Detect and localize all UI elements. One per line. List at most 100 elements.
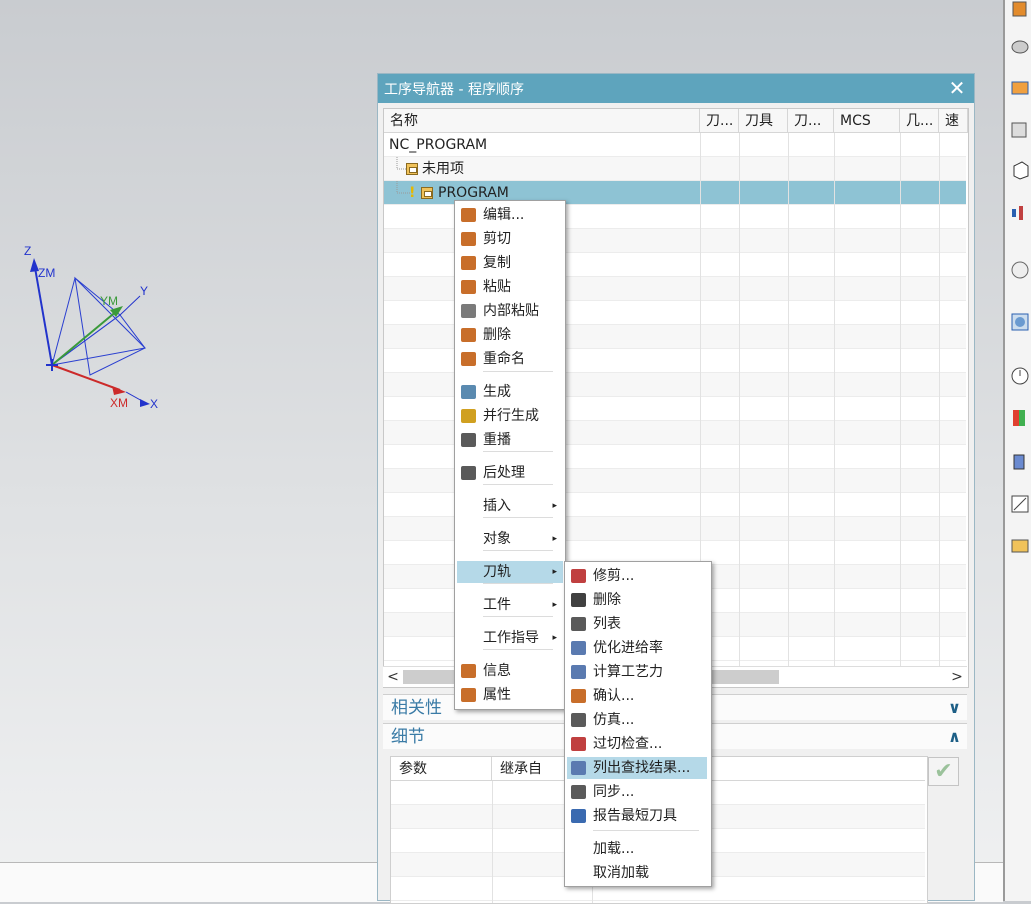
cube-icon[interactable]	[1010, 160, 1030, 180]
verify-icon	[571, 689, 586, 703]
history-clock-icon[interactable]	[1010, 366, 1030, 386]
scroll-right-button[interactable]: >	[947, 667, 967, 687]
context-menu-item[interactable]: 工作指导 ▸	[457, 627, 563, 649]
web-browser-icon[interactable]	[1010, 312, 1030, 332]
submenu-arrow-icon: ▸	[552, 600, 557, 610]
operation-navigator-icon[interactable]	[1010, 203, 1030, 223]
x-axis	[51, 364, 121, 391]
info-circle-icon[interactable]	[1010, 260, 1030, 280]
process-tools-icon[interactable]	[1010, 494, 1030, 514]
list-icon	[571, 617, 586, 631]
toolpath-menu-item[interactable]: 过切检查...	[567, 733, 707, 755]
context-menu-item[interactable]: 刀轨 ▸	[457, 561, 563, 583]
context-menu-item[interactable]: 删除	[457, 324, 563, 346]
tree-connector	[396, 181, 410, 194]
toolpath-menu-item[interactable]: 列表	[567, 613, 707, 635]
context-menu-item[interactable]: 并行生成	[457, 405, 563, 427]
menu-item-label: 报告最短刀具	[593, 808, 677, 824]
node-unused-items[interactable]: 未用项	[422, 157, 464, 181]
context-menu-item[interactable]: 后处理	[457, 462, 563, 484]
z-label: Z	[24, 244, 32, 258]
scroll-left-button[interactable]: <	[383, 667, 403, 687]
toolpath-submenu: 修剪... 删除列表优化进给率计算工艺力 确认... 仿真... 过切检查... 列出查找…	[564, 561, 712, 887]
context-menu-item[interactable]: 属性	[457, 684, 563, 706]
chevron-up-icon[interactable]: ∧	[948, 724, 961, 750]
context-menu-item[interactable]: 对象 ▸	[457, 528, 563, 550]
paste-inside-icon	[461, 304, 476, 318]
apply-check-button[interactable]: ✔	[928, 757, 959, 786]
simulate-icon	[571, 713, 586, 727]
node-nc-program[interactable]: NC_PROGRAM	[389, 133, 487, 157]
tree-row[interactable]: NC_PROGRAM	[384, 133, 966, 157]
dialog-title-bar[interactable]: 工序导航器 - 程序顺序 ✕	[378, 74, 974, 103]
menu-item-label: 列出查找结果...	[593, 760, 691, 776]
context-menu-item[interactable]: 粘贴	[457, 276, 563, 298]
column-divider	[939, 133, 940, 687]
menu-item-label: 粘贴	[483, 279, 511, 295]
postprocess-icon	[461, 466, 476, 480]
column-header-tool-number[interactable]: 刀...	[788, 109, 834, 133]
column-header-tool[interactable]: 刀具	[739, 109, 788, 133]
context-menu-item[interactable]: 生成	[457, 381, 563, 403]
column-header-speed[interactable]: 速	[939, 109, 968, 133]
context-menu-item[interactable]: 内部粘贴	[457, 300, 563, 322]
machine-tool-icon[interactable]	[1010, 536, 1030, 556]
toolpath-menu-item[interactable]: 报告最短刀具	[567, 805, 707, 827]
tool-sensor-icon[interactable]	[1010, 452, 1030, 472]
chevron-down-icon[interactable]: ∨	[948, 695, 961, 721]
menu-item-label: 取消加载	[593, 865, 649, 881]
details-section-label: 细节	[391, 727, 425, 747]
paste-icon	[461, 280, 476, 294]
column-header-geometry[interactable]: 几...	[900, 109, 939, 133]
toolpath-menu-item[interactable]: 取消加载	[567, 862, 707, 884]
column-header-name[interactable]: 名称	[384, 109, 700, 133]
tree-row[interactable]: 未用项	[384, 157, 966, 181]
context-menu-item[interactable]: 复制	[457, 252, 563, 274]
context-menu-item[interactable]: 剪切	[457, 228, 563, 250]
toolpath-menu-item[interactable]: 删除	[567, 589, 707, 611]
context-menu-item[interactable]: 重播	[457, 429, 563, 451]
submenu-arrow-icon: ▸	[552, 501, 557, 511]
menu-item-label: 属性	[483, 687, 511, 703]
column-header-tool-path[interactable]: 刀...	[700, 109, 739, 133]
menu-item-label: 信息	[483, 663, 511, 679]
menu-item-label: 加载...	[593, 841, 635, 857]
menu-item-label: 重播	[483, 432, 511, 448]
generate-icon	[461, 385, 476, 399]
context-menu-item[interactable]: 重命名	[457, 348, 563, 370]
toolpath-menu-item[interactable]: 确认...	[567, 685, 707, 707]
menu-item-label: 优化进给率	[593, 640, 663, 656]
toolpath-menu-item[interactable]: 加载...	[567, 838, 707, 860]
menu-item-label: 列表	[593, 616, 621, 632]
assembly-navigator-icon[interactable]	[1010, 36, 1030, 56]
context-menu-item[interactable]: 信息	[457, 660, 563, 682]
close-button[interactable]: ✕	[946, 77, 968, 99]
menu-item-label: 同步...	[593, 784, 635, 800]
part-list-icon[interactable]	[1010, 120, 1030, 140]
toolpath-menu-item[interactable]: 仿真...	[567, 709, 707, 731]
delete-toolpath-icon	[571, 593, 586, 607]
context-menu-item[interactable]: 插入 ▸	[457, 495, 563, 517]
palette-icon[interactable]	[1010, 408, 1030, 428]
menu-item-label: 工件	[483, 597, 511, 613]
column-divider	[788, 133, 789, 687]
gouge-check-icon	[571, 737, 586, 751]
toolpath-menu-item[interactable]: 列出查找结果...	[567, 757, 707, 779]
toolpath-menu-item[interactable]: 同步...	[567, 781, 707, 803]
cut-icon	[461, 232, 476, 246]
y-extension	[119, 295, 141, 316]
param-column-header[interactable]: 参数	[391, 757, 492, 781]
column-header-mcs[interactable]: MCS	[834, 109, 900, 133]
submenu-arrow-icon: ▸	[552, 534, 557, 544]
toolpath-menu-item[interactable]: 修剪...	[567, 565, 707, 587]
context-menu-item[interactable]: 编辑...	[457, 204, 563, 226]
trim-icon	[571, 569, 586, 583]
tree-connector	[396, 157, 406, 170]
toolpath-menu-item[interactable]: 计算工艺力	[567, 661, 707, 683]
part-navigator-icon[interactable]	[1010, 0, 1030, 20]
menu-item-label: 内部粘贴	[483, 303, 539, 319]
edit-icon	[461, 208, 476, 222]
constraint-navigator-icon[interactable]	[1010, 78, 1030, 98]
context-menu-item[interactable]: 工件 ▸	[457, 594, 563, 616]
toolpath-menu-item[interactable]: 优化进给率	[567, 637, 707, 659]
